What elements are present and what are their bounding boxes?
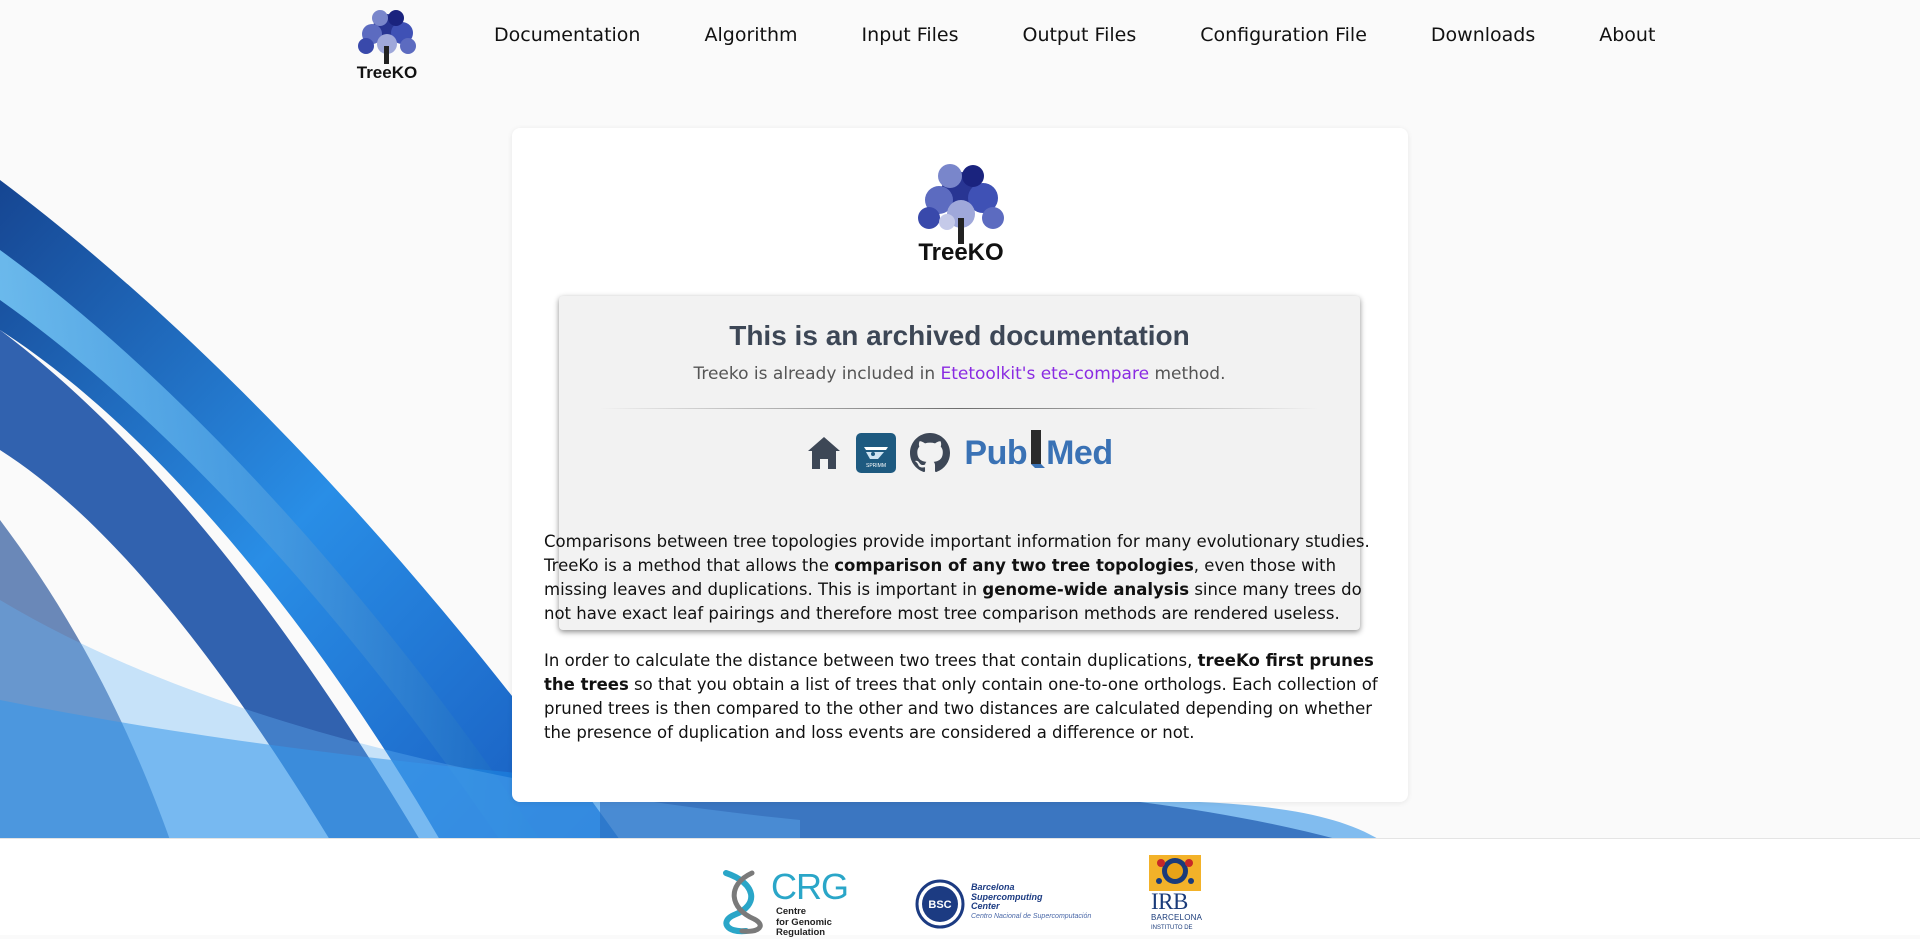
irb-abbr: IRB [1151, 889, 1188, 914]
svg-text:TreeKO: TreeKO [357, 63, 417, 82]
archive-note-prefix: Treeko is already included in [693, 364, 941, 384]
github-icon[interactable] [910, 433, 951, 473]
archive-note: Treeko is already included in Etetoolkit… [559, 364, 1360, 384]
nav-item-downloads[interactable]: Downloads [1399, 22, 1567, 48]
intro-paragraph-2: In order to calculate the distance betwe… [544, 649, 1382, 745]
footer: CRG Centre for Genomic Regulation BSC Ba… [0, 838, 1920, 938]
nav-item-output-files[interactable]: Output Files [990, 22, 1168, 48]
bsc-name: Barcelona Supercomputing Center [971, 882, 1043, 911]
archive-note-suffix: method. [1149, 364, 1226, 384]
nav-item-about[interactable]: About [1567, 22, 1687, 48]
treeko-logo[interactable]: TreeKO [350, 6, 424, 84]
archive-title: This is an archived documentation [729, 320, 1190, 351]
main-card: TreeKO This is an archived documentation… [512, 128, 1408, 802]
svg-text:BSC: BSC [928, 899, 951, 911]
bsc-subtitle: Centro Nacional de Supercomputación [971, 913, 1092, 920]
crg-logo[interactable]: CRG Centre for Genomic Regulation [716, 866, 866, 938]
irb-emblem-icon [1149, 855, 1201, 891]
crg-dna-icon [723, 870, 763, 935]
crg-abbr: CRG [771, 866, 849, 907]
sprimm-icon[interactable]: SPRIMM [856, 433, 897, 473]
irb-subtitle: INSTITUTO DE [1151, 925, 1193, 931]
bsc-circle-icon: BSC [915, 879, 965, 929]
pubmed-med-text: Med [1046, 433, 1113, 472]
intro-p2-segment: so that you obtain a list of trees that … [544, 675, 1378, 742]
intro-text: Comparisons between tree topologies prov… [544, 530, 1382, 768]
intro-paragraph-1: Comparisons between tree topologies prov… [544, 530, 1382, 626]
archive-icon-links: SPRIMM Pub Med [559, 428, 1360, 478]
intro-p1-segment: comparison of any two tree topologies [834, 556, 1194, 575]
pubmed-logo[interactable]: Pub Med [964, 428, 1113, 478]
nav-item-documentation[interactable]: Documentation [462, 22, 672, 48]
ete-compare-link[interactable]: Etetoolkit's ete-compare [941, 364, 1150, 384]
intro-p2-segment: In order to calculate the distance betwe… [544, 651, 1198, 670]
divider [599, 408, 1319, 409]
irb-city: BARCELONA [1151, 913, 1203, 922]
svg-text:TreeKO: TreeKO [918, 239, 1003, 266]
nav-links: Documentation Algorithm Input Files Outp… [462, 22, 1687, 48]
nav-item-algorithm[interactable]: Algorithm [672, 22, 829, 48]
top-navigation: TreeKO Documentation Algorithm Input Fil… [0, 0, 1920, 90]
bsc-logo[interactable]: BSC Barcelona Supercomputing Center Cent… [915, 879, 1115, 929]
svg-text:SPRIMM: SPRIMM [866, 463, 886, 469]
nav-item-configuration-file[interactable]: Configuration File [1168, 22, 1399, 48]
home-icon[interactable] [806, 435, 842, 471]
treeko-logo-large: TreeKO [918, 164, 1004, 266]
nav-item-input-files[interactable]: Input Files [830, 22, 991, 48]
pubmed-book-icon [1031, 430, 1046, 468]
intro-p1-segment: genome-wide analysis [982, 580, 1190, 599]
pubmed-pub-text: Pub [964, 433, 1028, 472]
irb-logo[interactable]: IRB BARCELONA INSTITUTO DE [1149, 855, 1205, 935]
